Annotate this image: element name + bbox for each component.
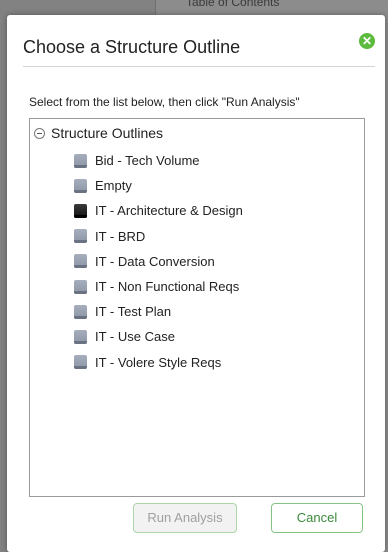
- outline-item-it-data-conversion[interactable]: IT - Data Conversion: [74, 249, 243, 274]
- outline-item-label: IT - Use Case: [95, 329, 175, 345]
- outline-item-label: Bid - Tech Volume: [95, 153, 200, 169]
- outline-item-label: IT - BRD: [95, 228, 146, 244]
- collapse-toggle-icon[interactable]: [34, 127, 45, 139]
- structure-outline-dialog: Choose a Structure Outline ✕ Select from…: [7, 15, 385, 552]
- outline-item-label: IT - Data Conversion: [95, 253, 215, 269]
- outline-item-it-non-functional-reqs[interactable]: IT - Non Functional Reqs: [74, 274, 243, 299]
- outline-item-label: IT - Test Plan: [95, 304, 172, 320]
- tree-root-label: Structure Outlines: [51, 125, 164, 141]
- tree-root[interactable]: Structure Outlines: [34, 125, 163, 141]
- outline-item-label: IT - Non Functional Reqs: [95, 279, 240, 295]
- outline-item-it-architecture-design[interactable]: IT - Architecture & Design: [74, 198, 243, 223]
- outline-item-it-use-case[interactable]: IT - Use Case: [74, 324, 243, 349]
- dialog-title: Choose a Structure Outline: [23, 37, 241, 57]
- outline-icon: [74, 304, 87, 319]
- outline-icon: [74, 178, 87, 193]
- outline-tree[interactable]: Structure Outlines Bid - Tech Volume Emp…: [29, 118, 365, 497]
- outline-item-bid-tech-volume[interactable]: Bid - Tech Volume: [74, 148, 243, 173]
- outline-icon: [74, 279, 87, 294]
- cancel-button[interactable]: Cancel: [271, 503, 363, 533]
- outline-icon: [74, 229, 87, 244]
- outline-item-it-volere-style-reqs[interactable]: IT - Volere Style Reqs: [74, 350, 243, 375]
- outline-icon: [74, 254, 87, 269]
- run-analysis-button[interactable]: Run Analysis: [133, 503, 237, 533]
- outline-item-label: IT - Volere Style Reqs: [95, 354, 222, 370]
- outline-item-label: Empty: [95, 178, 132, 194]
- outline-item-it-brd[interactable]: IT - BRD: [74, 224, 243, 249]
- outline-item-label: IT - Architecture & Design: [95, 203, 243, 219]
- title-divider: [23, 66, 375, 67]
- outline-list: Bid - Tech Volume Empty IT - Architectur…: [74, 148, 243, 375]
- outline-icon: [74, 153, 87, 168]
- background-toc-heading: Table of Contents: [186, 0, 280, 9]
- outline-icon: [74, 329, 87, 344]
- outline-item-empty[interactable]: Empty: [74, 173, 243, 198]
- outline-icon: [74, 355, 87, 370]
- outline-icon-selected: [74, 203, 87, 218]
- instructions-text: Select from the list below, then click "…: [29, 95, 300, 109]
- close-icon[interactable]: ✕: [359, 33, 375, 49]
- outline-item-it-test-plan[interactable]: IT - Test Plan: [74, 299, 243, 324]
